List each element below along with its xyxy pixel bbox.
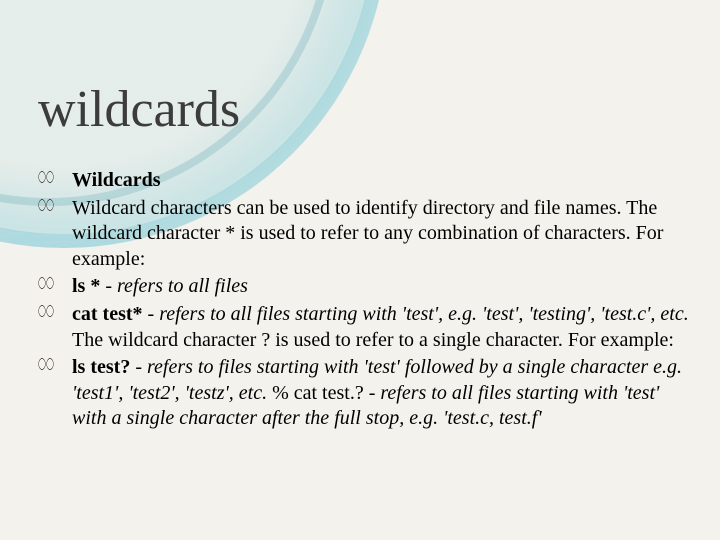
bullet-list: Wildcards Wildcard characters can be use… <box>38 168 690 432</box>
bullet-text: % cat test.? - <box>272 382 380 404</box>
bullet-cmd: ls * <box>72 275 100 297</box>
slide-body: Wildcards Wildcard characters can be use… <box>38 168 690 434</box>
bullet-cmd: ls test? <box>72 356 130 378</box>
bullet-item: cat test* - refers to all files starting… <box>38 302 690 353</box>
bullet-sep: - <box>148 303 160 325</box>
bullet-text: The wildcard character ? is used to refe… <box>72 329 674 351</box>
bullet-sep: - <box>105 275 117 297</box>
slide-title: wildcards <box>38 80 240 139</box>
bullet-italic: refers to all files starting with 'test'… <box>159 303 689 325</box>
bullet-item: ls * - refers to all files <box>38 274 690 300</box>
bullet-item: Wildcard characters can be used to ident… <box>38 196 690 273</box>
slide: wildcards Wildcards Wildcard characters … <box>0 0 720 540</box>
bullet-sep: - <box>135 356 147 378</box>
bullet-item: Wildcards <box>38 168 690 194</box>
bullet-heading: Wildcards <box>72 169 161 191</box>
bullet-item: ls test? - refers to files starting with… <box>38 355 690 432</box>
bullet-italic: refers to all files <box>117 275 248 297</box>
bullet-cmd: cat test* <box>72 303 143 325</box>
bullet-text: Wildcard characters can be used to ident… <box>72 197 663 270</box>
